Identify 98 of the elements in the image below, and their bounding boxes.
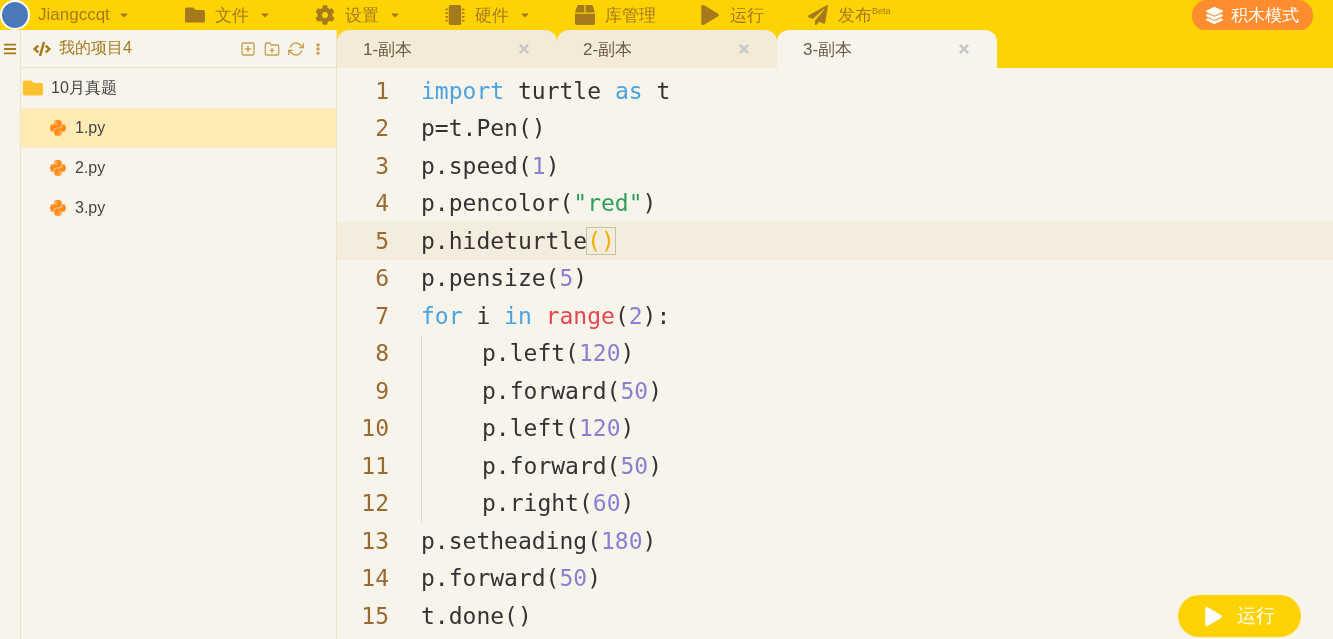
line-number: 13	[360, 527, 390, 554]
python-icon	[49, 159, 67, 177]
line-number: 1	[374, 77, 390, 104]
menu-item[interactable]: 库管理	[575, 3, 656, 27]
folder-icon	[23, 78, 43, 98]
code-token: p.forward(	[482, 452, 621, 479]
line-number: 11	[360, 452, 390, 479]
code-token: in	[504, 302, 533, 329]
code-token: 2	[628, 302, 643, 329]
code-token: p.speed(	[421, 152, 532, 179]
play-icon	[700, 5, 720, 25]
editor-tab[interactable]: 3-副本	[777, 30, 997, 68]
line-number: 15	[360, 602, 390, 629]
code-token: 50	[620, 377, 649, 404]
code-token: t.done()	[421, 602, 532, 629]
code-token: 120	[578, 415, 621, 442]
avatar[interactable]	[0, 0, 30, 30]
code-token: )	[642, 190, 657, 217]
line-number: 10	[360, 415, 390, 442]
line-number: 5	[374, 227, 390, 254]
code-token: import	[421, 77, 505, 104]
code-token: )	[642, 527, 657, 554]
tree-item[interactable]: 3.py	[21, 188, 336, 228]
code-icon	[33, 39, 51, 58]
tree-item[interactable]: 10月真题	[21, 68, 336, 108]
code-token: p.hideturtle	[421, 227, 588, 254]
code-token: p.left(	[482, 340, 579, 367]
code-token: )	[620, 490, 635, 517]
close-icon[interactable]	[957, 42, 971, 56]
box-icon	[575, 5, 595, 25]
user-name[interactable]: Jiangccqt	[38, 5, 110, 25]
code-token: 50	[559, 565, 588, 592]
close-icon[interactable]	[737, 42, 751, 56]
tree-item[interactable]: 1.py	[21, 108, 336, 148]
new-folder-icon[interactable]	[264, 40, 280, 57]
code-token: p.setheading(	[421, 527, 601, 554]
editor-tab[interactable]: 1-副本	[337, 30, 557, 68]
code-token: )	[620, 340, 635, 367]
code-token: for	[421, 302, 463, 329]
tree-item[interactable]: 2.py	[21, 148, 336, 188]
code-token: p=t.Pen()	[421, 115, 546, 142]
code-token: ()	[587, 227, 615, 254]
line-number: 2	[374, 115, 390, 142]
code-token: p.forward(	[421, 565, 560, 592]
code-token: 60	[592, 490, 621, 517]
python-icon	[49, 119, 67, 137]
menu-item[interactable]: 设置	[315, 3, 401, 27]
code-token: 50	[620, 452, 649, 479]
chip-icon	[445, 5, 465, 25]
code-token: (	[614, 302, 629, 329]
code-token: 5	[559, 265, 574, 292]
code-token: t	[655, 77, 671, 104]
code-token: p.pencolor(	[421, 190, 574, 217]
code-token: )	[648, 452, 663, 479]
menu-icon[interactable]	[3, 42, 17, 56]
line-number: 9	[374, 377, 390, 404]
editor-tab[interactable]: 2-副本	[557, 30, 777, 68]
line-number: 3	[374, 152, 390, 179]
code-token: range	[545, 302, 615, 329]
menu-item[interactable]: 发布$^{Beta}$	[808, 3, 891, 27]
paper-plane-icon	[808, 5, 828, 25]
code-token: )	[587, 565, 602, 592]
refresh-icon[interactable]	[288, 40, 304, 57]
code-token: )	[648, 377, 663, 404]
line-number: 7	[374, 302, 390, 329]
code-token: ):	[642, 302, 671, 329]
run-button[interactable]: 运行	[1178, 595, 1301, 637]
play-icon	[1204, 606, 1223, 626]
code-token: as	[614, 77, 643, 104]
menu-item[interactable]: 运行	[700, 3, 764, 27]
code-token: 180	[601, 527, 643, 554]
new-file-icon[interactable]	[240, 40, 256, 57]
line-number: 6	[374, 265, 390, 292]
python-icon	[49, 199, 67, 217]
line-number: 14	[360, 565, 390, 592]
menu-item[interactable]: 硬件	[445, 3, 531, 27]
menu-item[interactable]: 文件	[185, 3, 271, 27]
code-token: p.pensize(	[421, 265, 560, 292]
line-number: 8	[374, 340, 390, 367]
code-token: p.right(	[482, 490, 593, 517]
code-token: i	[475, 302, 492, 329]
code-token: )	[545, 152, 560, 179]
code-token: )	[573, 265, 588, 292]
line-number: 12	[360, 490, 390, 517]
code-token: 1	[531, 152, 546, 179]
close-icon[interactable]	[517, 42, 531, 56]
gear-icon	[315, 5, 335, 25]
code-token: "red"	[573, 190, 643, 217]
mode-button[interactable]: 积木模式	[1192, 0, 1313, 31]
line-number: 4	[374, 190, 390, 217]
project-name: 我的项目4	[59, 38, 133, 58]
code-token: turtle	[516, 77, 603, 104]
code-token: 120	[578, 340, 621, 367]
folder-icon	[185, 5, 205, 25]
code-token: )	[620, 415, 635, 442]
blocks-icon	[1206, 6, 1223, 24]
code-token: p.left(	[482, 415, 579, 442]
code-token: p.forward(	[482, 377, 621, 404]
